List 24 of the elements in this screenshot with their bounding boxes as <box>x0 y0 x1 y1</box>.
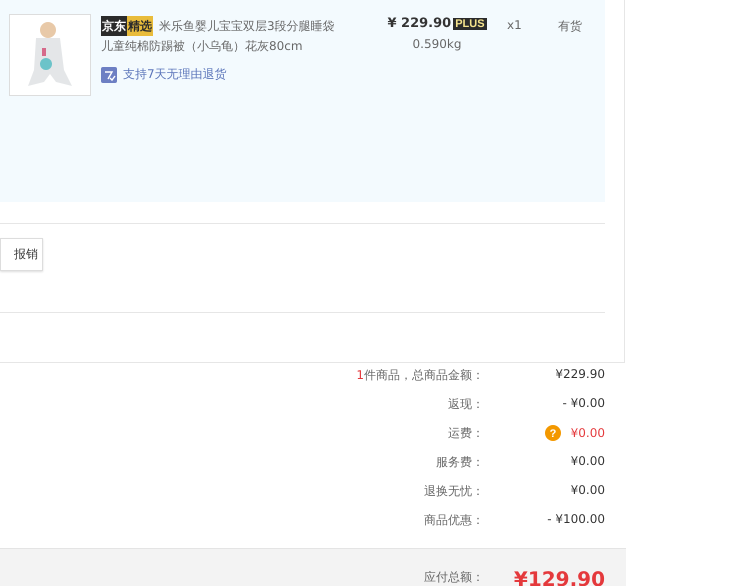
summary-value: ¥0.00 <box>570 426 605 440</box>
return-service-icon <box>101 66 117 82</box>
summary-label: 返现： <box>447 396 484 413</box>
plus-badge: PLUS <box>453 18 487 30</box>
weight: 0.590kg <box>412 37 462 51</box>
summary-label: 运费： <box>447 425 484 442</box>
summary-value: ¥229.90 <box>555 367 605 381</box>
total-amount: ¥129.90 <box>512 568 605 586</box>
summary-label: 商品优惠： <box>423 512 484 529</box>
summary-value: ¥0.00 <box>570 454 605 468</box>
summary-value: ¥0.00 <box>570 483 605 497</box>
product-title[interactable]: 米乐鱼婴儿宝宝双层3段分腿睡袋 <box>159 16 335 36</box>
summary-label: 退换无忧： <box>423 483 484 500</box>
summary-value: - ¥0.00 <box>562 396 605 410</box>
summary-label: 1件商品，总商品金额： <box>355 367 484 384</box>
summary-value: - ¥100.00 <box>547 512 605 526</box>
price: ¥ 229.90 <box>387 16 452 31</box>
total-label: 应付总额： <box>423 569 484 586</box>
reimburse-button[interactable]: 报销 <box>0 238 43 271</box>
summary-label: 服务费： <box>435 454 484 471</box>
service-text: 支持7天无理由退货 <box>123 66 227 83</box>
quantity: x1 <box>507 18 522 32</box>
stock-status: 有货 <box>558 18 582 35</box>
product-title[interactable]: 儿童纯棉防踢被（小乌龟）花灰80cm <box>101 36 371 56</box>
